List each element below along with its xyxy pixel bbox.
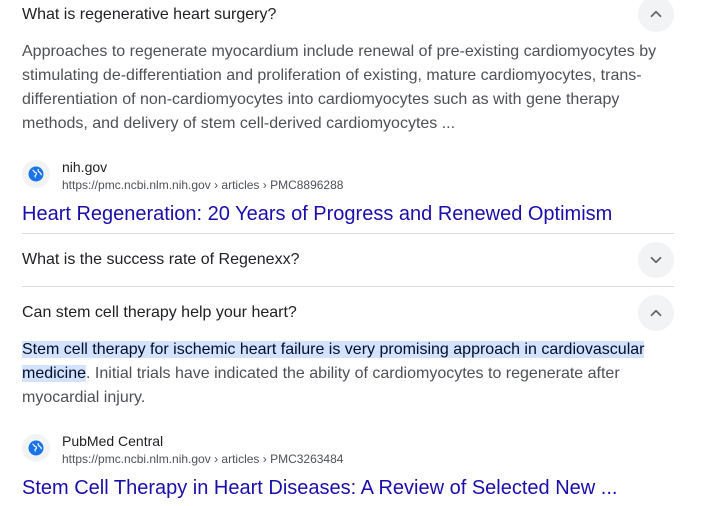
globe-icon — [22, 434, 50, 462]
chevron-up-icon[interactable] — [638, 0, 674, 32]
faq-answer-3: Stem cell therapy for ischemic heart fai… — [22, 338, 674, 410]
source-block-1[interactable]: nih.gov https://pmc.ncbi.nlm.nih.gov › a… — [22, 158, 343, 194]
faq-question-3[interactable]: Can stem cell therapy help your heart? — [22, 295, 674, 331]
source-url: https://pmc.ncbi.nlm.nih.gov › articles … — [62, 452, 344, 466]
result-title-link[interactable]: Stem Cell Therapy in Heart Diseases: A R… — [22, 475, 617, 501]
faq-question-1[interactable]: What is regenerative heart surgery? — [22, 0, 674, 32]
faq-question-text: What is regenerative heart surgery? — [22, 6, 277, 23]
faq-question-text: What is the success rate of Regenexx? — [22, 251, 300, 268]
chevron-up-icon[interactable] — [638, 295, 674, 331]
divider — [22, 233, 674, 234]
faq-question-2[interactable]: What is the success rate of Regenexx? — [22, 242, 674, 278]
answer-rest: . Initial trials have indicated the abil… — [22, 365, 620, 406]
faq-answer-1: Approaches to regenerate myocardium incl… — [22, 43, 657, 132]
source-block-3[interactable]: PubMed Central https://pmc.ncbi.nlm.nih.… — [22, 432, 343, 468]
globe-icon — [22, 160, 50, 188]
chevron-down-icon[interactable] — [638, 242, 674, 278]
result-title-link[interactable]: Heart Regeneration: 20 Years of Progress… — [22, 201, 612, 227]
source-name: PubMed Central — [62, 433, 164, 449]
source-url: https://pmc.ncbi.nlm.nih.gov › articles … — [62, 178, 344, 192]
source-name: nih.gov — [62, 159, 108, 175]
divider — [22, 286, 674, 287]
faq-question-text: Can stem cell therapy help your heart? — [22, 304, 297, 321]
